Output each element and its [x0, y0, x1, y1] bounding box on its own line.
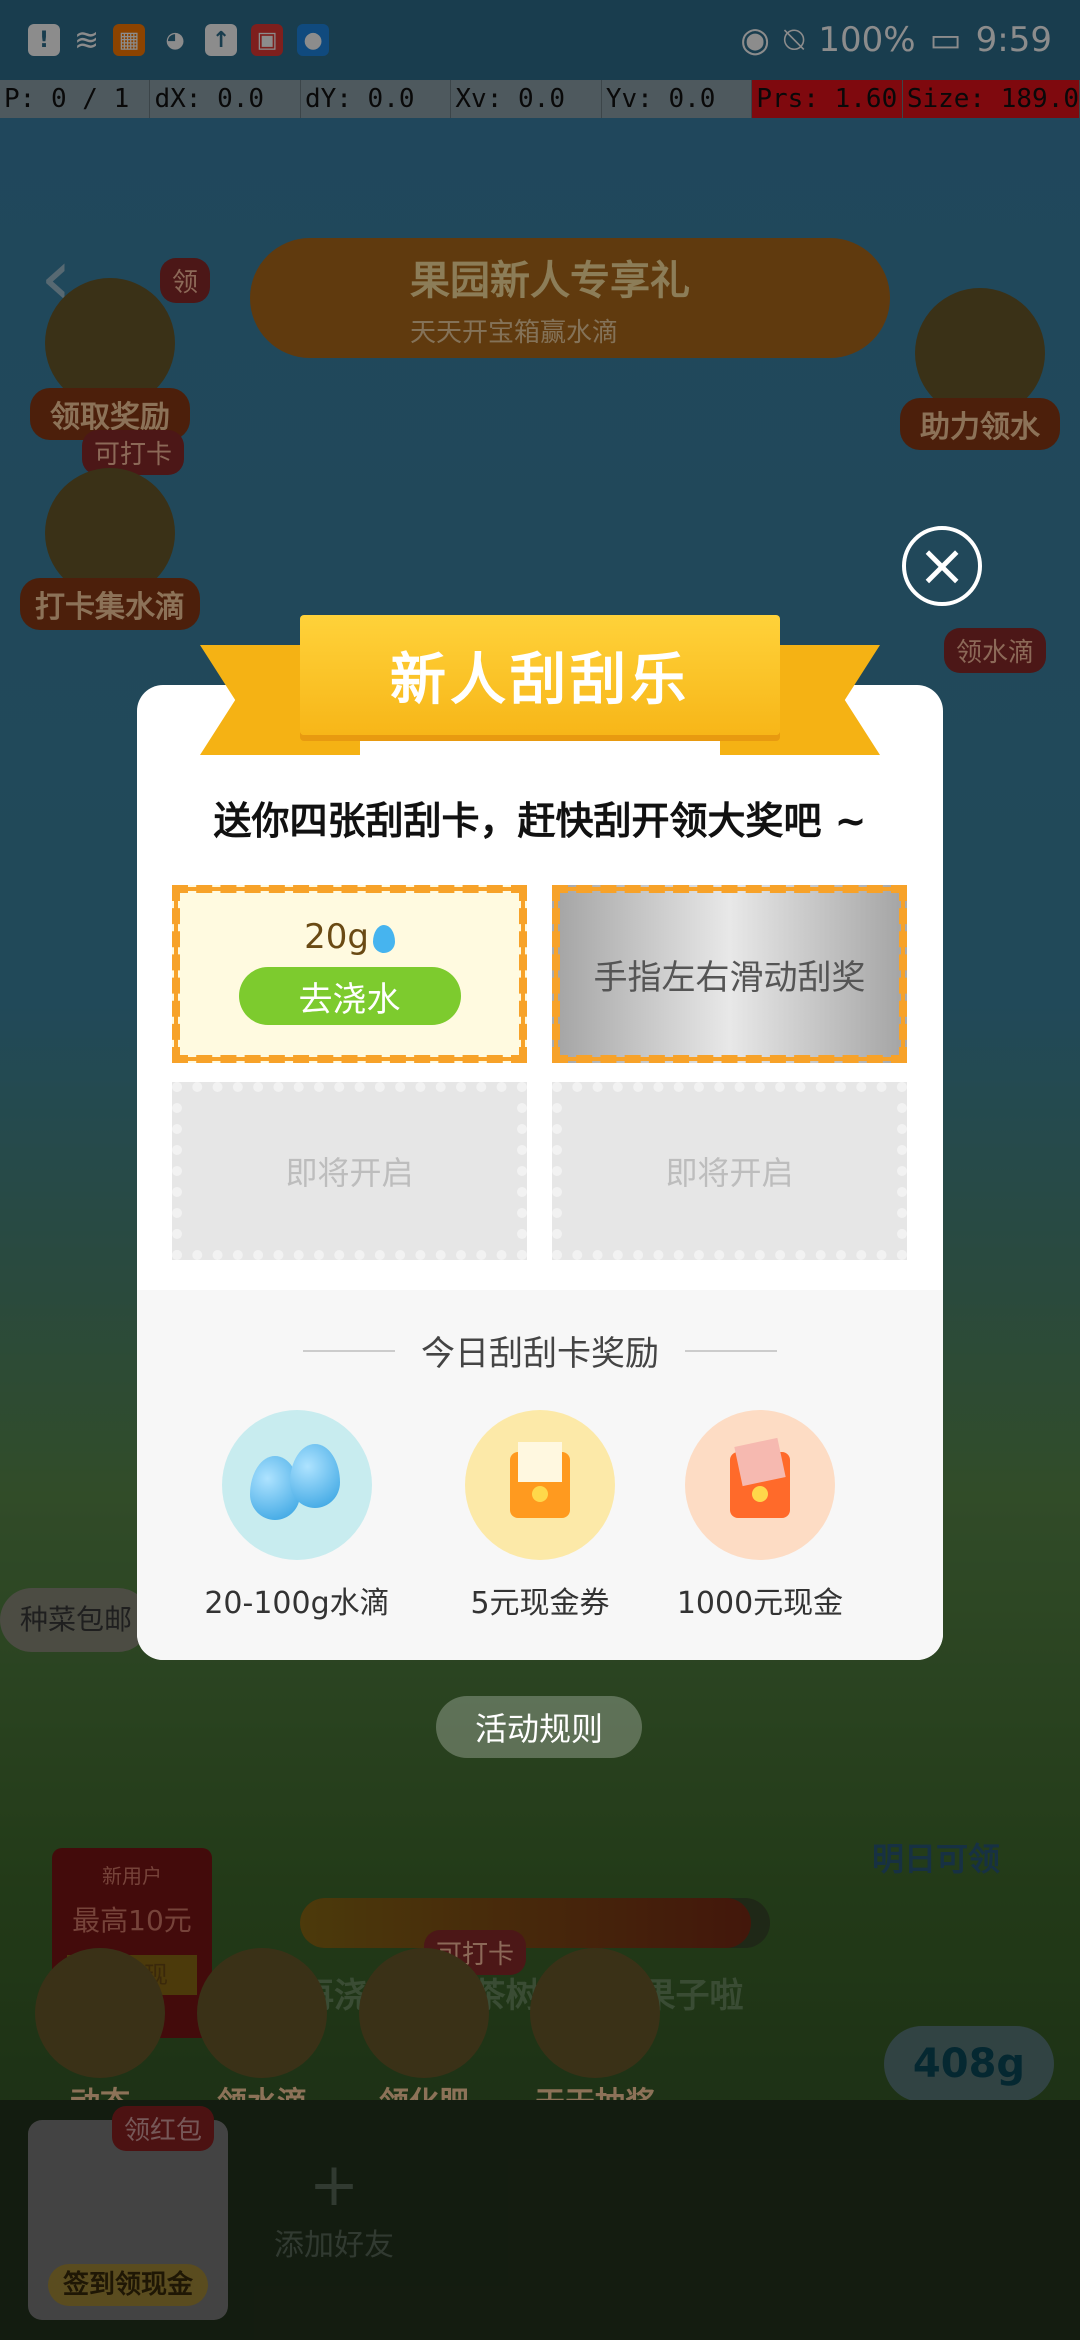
scratch-card-unscratched[interactable]: 手指左右滑动刮奖 [552, 885, 907, 1063]
scratch-card-modal: 送你四张刮刮卡，赶快刮开领大奖吧 ~ 20g 去浇水 手指左右滑动刮奖 即将开启… [137, 685, 943, 1660]
reward-cash: 1000元现金 [660, 1410, 860, 1622]
reward-amount: 20g [304, 917, 369, 957]
today-rewards-section: 今日刮刮卡奖励 20-100g水滴 5元现金券 1000元现金 [137, 1290, 943, 1660]
close-icon: × [917, 531, 967, 599]
scratch-card-revealed[interactable]: 20g 去浇水 [172, 885, 527, 1063]
reward-header-title: 今日刮刮卡奖励 [421, 1334, 659, 1374]
red-envelope-icon [685, 1410, 835, 1560]
title-ribbon: 新人刮刮乐 [200, 615, 880, 755]
activity-rules-button[interactable]: 活动规则 [436, 1696, 642, 1758]
go-water-button[interactable]: 去浇水 [238, 967, 461, 1025]
modal-subtitle: 送你四张刮刮卡，赶快刮开领大奖吧 ~ [213, 799, 867, 843]
coming-soon-label: 即将开启 [665, 1154, 794, 1192]
scratch-card-locked: 即将开启 [172, 1082, 527, 1260]
reward-coupon: 5元现金券 [440, 1410, 640, 1622]
reward-water: 20-100g水滴 [197, 1410, 397, 1622]
coming-soon-label: 即将开启 [285, 1154, 414, 1192]
envelope-icon [465, 1410, 615, 1560]
water-drops-icon [222, 1410, 372, 1560]
water-drop-icon [372, 924, 395, 953]
divider [685, 1349, 777, 1352]
scratch-instruction: 手指左右滑动刮奖 [593, 957, 866, 998]
modal-title: 新人刮刮乐 [300, 615, 780, 735]
scratch-card-locked: 即将开启 [552, 1082, 907, 1260]
divider [303, 1349, 395, 1352]
close-button[interactable]: × [902, 526, 982, 606]
